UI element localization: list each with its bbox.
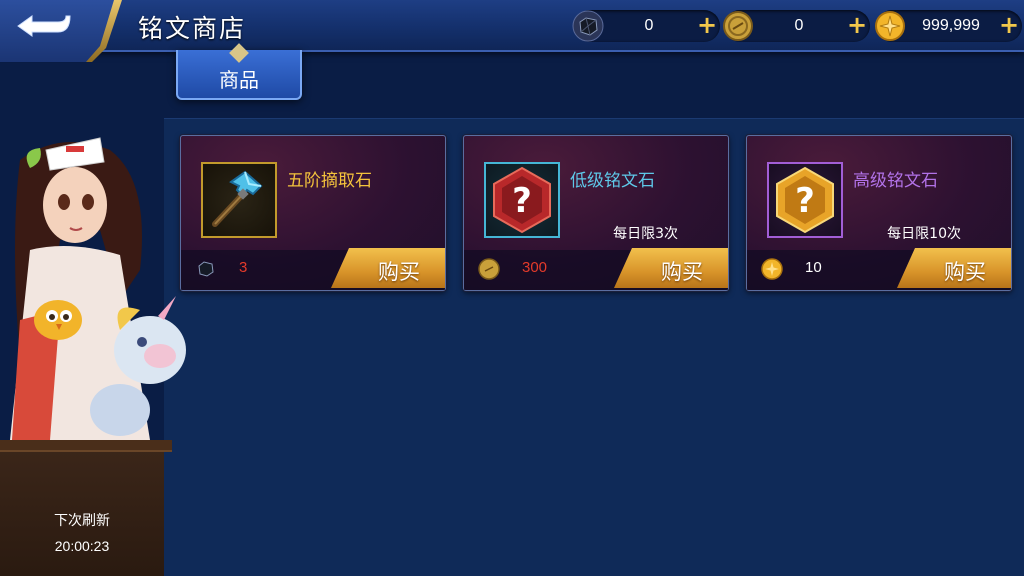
gold-currency-value: 999,999 — [922, 17, 980, 34]
buy-button[interactable]: 购买 — [331, 248, 445, 288]
page-title: 铭文商店 — [138, 14, 247, 43]
stone-currency-value: 0 — [644, 17, 654, 34]
add-stone-button[interactable]: + — [696, 13, 718, 38]
shop-item-card: ? 高级铭文石 每日限10次 10 购买 — [746, 135, 1012, 291]
hammer-icon — [212, 170, 263, 227]
daily-limit: 每日限3次 — [613, 226, 678, 242]
item-price: 3 — [239, 259, 248, 276]
item-frame[interactable] — [201, 162, 277, 238]
gold-coin-icon — [761, 258, 783, 280]
gold-currency-display: 999,999 + — [874, 10, 1022, 42]
item-name: 低级铭文石 — [570, 171, 655, 191]
stone-currency-display: 0 + — [572, 10, 720, 42]
item-frame[interactable]: ? — [767, 162, 843, 238]
add-coupon-button[interactable]: + — [846, 13, 868, 38]
add-gold-button[interactable]: + — [998, 13, 1020, 38]
buy-button-label: 购买 — [944, 260, 986, 284]
stone-currency-icon — [572, 10, 604, 42]
coupon-coin-icon — [722, 10, 754, 42]
coupon-coin-icon — [478, 258, 500, 280]
svg-text:?: ? — [512, 181, 532, 221]
gold-mystery-hexagon-icon: ? — [776, 166, 834, 234]
buy-button[interactable]: 购买 — [897, 248, 1011, 288]
tab-goods-label: 商品 — [219, 68, 259, 92]
svg-text:?: ? — [795, 181, 815, 221]
buy-button-label: 购买 — [661, 260, 703, 284]
item-frame[interactable]: ? — [484, 162, 560, 238]
buy-button-label: 购买 — [378, 260, 420, 284]
next-refresh-label: 下次刷新 — [54, 513, 110, 529]
tab-goods[interactable]: 商品 — [176, 50, 302, 100]
item-name: 高级铭文石 — [853, 171, 938, 191]
red-mystery-hexagon-icon: ? — [493, 166, 551, 234]
buy-button[interactable]: 购买 — [614, 248, 728, 288]
back-arrow-icon[interactable] — [10, 10, 72, 42]
gold-coin-icon — [874, 10, 906, 42]
daily-limit: 每日限10次 — [887, 226, 961, 242]
coupon-currency-value: 0 — [794, 17, 804, 34]
item-price: 10 — [805, 259, 822, 276]
item-name: 五阶摘取石 — [287, 171, 372, 191]
item-price: 300 — [522, 259, 548, 276]
shop-item-card: 五阶摘取石 3 购买 — [180, 135, 446, 291]
refresh-countdown: 20:00:23 — [54, 538, 110, 554]
shop-item-card: ? 低级铭文石 每日限3次 300 购买 — [463, 135, 729, 291]
coupon-currency-display: 0 + — [722, 10, 870, 42]
shopkeeper-character-image — [0, 120, 200, 450]
